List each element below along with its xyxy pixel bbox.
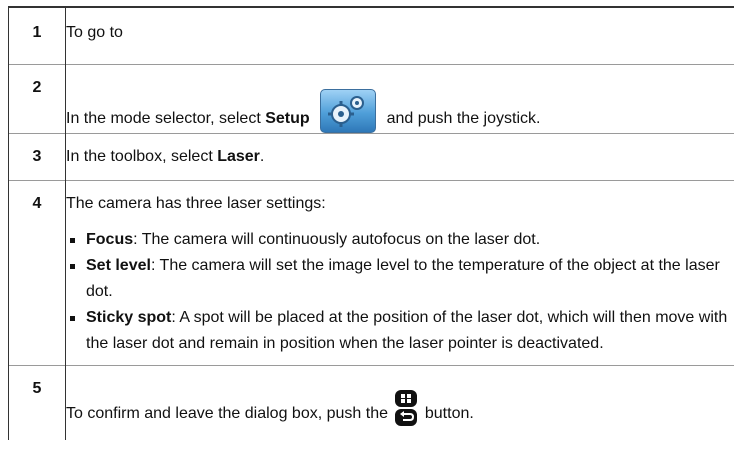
step-row-2: 2 In the mode selector, select Setup and… xyxy=(8,64,734,134)
laser-settings-list: Focus: The camera will continuously auto… xyxy=(66,227,734,357)
list-item: Set level: The camera will set the image… xyxy=(66,253,734,305)
joystick-back-button-icon xyxy=(395,390,418,426)
step-row-3: 3 In the toolbox, select Laser. xyxy=(8,133,734,181)
step-text: In the mode selector, select xyxy=(66,110,266,127)
setup-label: Setup xyxy=(265,110,310,127)
step-text: To go to xyxy=(66,24,123,41)
step-number: 4 xyxy=(8,180,66,366)
step-row-4: 4 The camera has three laser settings: F… xyxy=(8,180,734,366)
step-intro: The camera has three laser settings: xyxy=(66,195,326,212)
step-row-1: 1 To go to xyxy=(8,7,734,65)
step-number: 3 xyxy=(8,133,66,181)
step-text-after: button. xyxy=(420,405,474,422)
step-number: 1 xyxy=(8,7,66,65)
step-row-5: 5 To confirm and leave the dialog box, p… xyxy=(8,365,735,440)
step-number: 2 xyxy=(8,64,66,134)
list-item: Sticky spot: A spot will be placed at th… xyxy=(66,305,734,357)
steps-table: 1 To go to 2 In the mode selector, selec… xyxy=(8,6,734,440)
instruction-page: 1 To go to 2 In the mode selector, selec… xyxy=(0,0,741,453)
setup-gear-icon xyxy=(320,89,377,133)
step-number: 5 xyxy=(8,365,66,440)
step-text-after: and push the joystick. xyxy=(382,110,541,127)
step-text: To confirm and leave the dialog box, pus… xyxy=(66,405,393,422)
laser-label: Laser xyxy=(217,148,260,165)
list-item: Focus: The camera will continuously auto… xyxy=(66,227,734,253)
step-text: In the toolbox, select xyxy=(66,148,218,165)
